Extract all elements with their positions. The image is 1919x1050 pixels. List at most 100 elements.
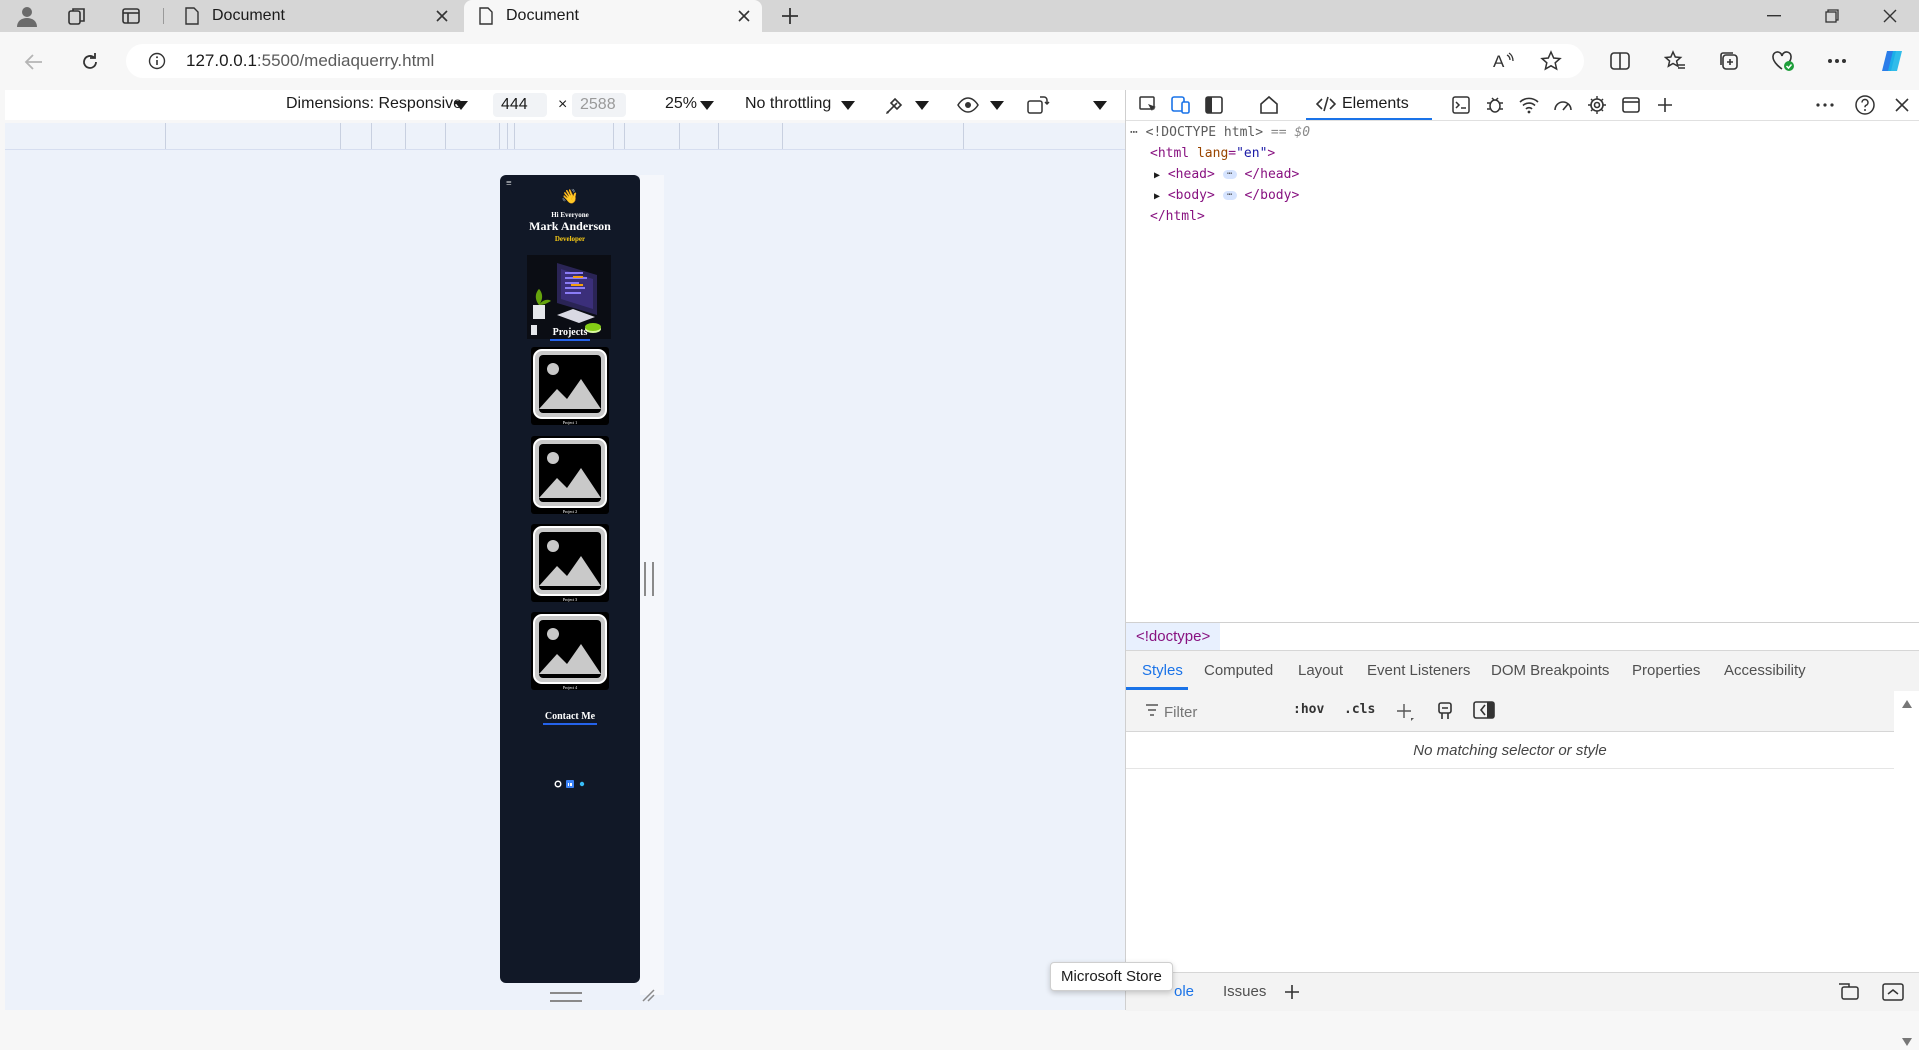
dom-node-doctype[interactable]: ⋯ <!DOCTYPE html> == $0: [1130, 122, 1310, 143]
site-info-icon[interactable]: [148, 52, 166, 70]
project-card[interactable]: Project 3: [531, 524, 609, 602]
refresh-icon[interactable]: [74, 46, 106, 78]
back-icon[interactable]: [18, 46, 50, 78]
media-query-marker[interactable]: [613, 123, 614, 149]
new-tab-icon[interactable]: [775, 2, 805, 30]
width-input[interactable]: 444: [493, 93, 547, 117]
drawer-add-tab-icon[interactable]: [1283, 983, 1301, 1001]
device-toolbar-toggle-icon[interactable]: [1168, 93, 1194, 117]
console-icon[interactable]: [1448, 93, 1474, 117]
media-query-marker[interactable]: [165, 123, 166, 149]
address-bar[interactable]: 127.0.0.1:5500/mediaquerry.html A: [126, 44, 1584, 78]
zoom-dropdown[interactable]: 25%: [665, 95, 697, 113]
node-menu-icon[interactable]: ⋯: [1130, 125, 1138, 140]
vision-icon[interactable]: [957, 96, 979, 114]
read-aloud-icon[interactable]: A: [1492, 51, 1514, 71]
drawer-tab-console[interactable]: ole: [1174, 983, 1194, 1000]
more-options-caret-icon[interactable]: [1093, 101, 1107, 110]
media-query-marker[interactable]: [963, 123, 964, 149]
styles-filter-input[interactable]: [1138, 699, 1316, 725]
minimize-icon[interactable]: [1745, 0, 1803, 32]
media-query-marker[interactable]: [782, 123, 783, 149]
customize-more-icon[interactable]: [1812, 93, 1838, 117]
tab-accessibility[interactable]: Accessibility: [1724, 662, 1806, 679]
breadcrumb-item[interactable]: <!doctype>: [1126, 623, 1221, 651]
project-card[interactable]: Project 2: [531, 436, 609, 514]
hover-state-toggle[interactable]: :hov: [1293, 702, 1324, 717]
media-query-bar[interactable]: [5, 123, 1125, 150]
media-query-marker[interactable]: [340, 123, 341, 149]
emulated-page[interactable]: ≡ 👋 Hi Everyone Mark Anderson Developer …: [500, 175, 640, 983]
browser-tab-active[interactable]: Document: [464, 0, 762, 32]
browser-essentials-icon[interactable]: [1768, 46, 1798, 76]
tab-event-listeners[interactable]: Event Listeners: [1367, 662, 1470, 679]
toggle-sidebar-icon[interactable]: [1473, 701, 1495, 719]
more-tools-plus-icon[interactable]: [1652, 93, 1678, 117]
sensors-icon[interactable]: [883, 95, 905, 117]
drawer-toggle-icon[interactable]: [1882, 983, 1904, 1001]
drawer-dock-icon[interactable]: [1838, 983, 1860, 1001]
throttling-dropdown[interactable]: No throttling: [745, 95, 831, 113]
dom-node-head[interactable]: ▶ <head> ⋯ </head>: [1154, 164, 1299, 186]
project-card[interactable]: Project 4: [531, 612, 609, 690]
drawer-tab-issues[interactable]: Issues: [1223, 983, 1266, 1000]
expand-triangle-icon[interactable]: ▶: [1154, 191, 1160, 202]
media-query-marker[interactable]: [624, 123, 625, 149]
profile-icon[interactable]: [12, 2, 42, 30]
height-resize-handle[interactable]: [550, 992, 582, 1002]
project-card[interactable]: Project 1: [531, 347, 609, 425]
tab-computed[interactable]: Computed: [1204, 662, 1273, 679]
favorites-icon[interactable]: [1660, 46, 1690, 76]
application-icon[interactable]: [1618, 93, 1644, 117]
throttling-caret-icon[interactable]: [841, 101, 855, 110]
copilot-icon[interactable]: [1877, 46, 1907, 76]
welcome-home-icon[interactable]: [1256, 93, 1282, 117]
sensors-caret-icon[interactable]: [915, 101, 929, 110]
collections-icon[interactable]: [1714, 46, 1744, 76]
element-state-icon[interactable]: [1437, 701, 1453, 721]
media-query-marker[interactable]: [507, 123, 508, 149]
new-style-rule-icon[interactable]: [1395, 702, 1415, 722]
dom-node-body[interactable]: ▶ <body> ⋯ </body>: [1154, 185, 1299, 207]
scroll-up-icon[interactable]: [1902, 700, 1912, 708]
inspect-element-icon[interactable]: [1135, 93, 1161, 117]
corner-resize-icon[interactable]: [641, 988, 655, 1002]
width-resize-handle[interactable]: [644, 562, 654, 596]
help-icon[interactable]: [1852, 93, 1878, 117]
twitter-icon[interactable]: [578, 780, 586, 788]
media-query-marker[interactable]: [499, 123, 500, 149]
split-screen-icon[interactable]: [1605, 46, 1635, 76]
media-query-marker[interactable]: [405, 123, 406, 149]
vision-caret-icon[interactable]: [990, 101, 1004, 110]
media-query-marker[interactable]: [679, 123, 680, 149]
rotate-icon[interactable]: [1026, 95, 1050, 115]
restore-icon[interactable]: [1803, 0, 1861, 32]
media-query-marker[interactable]: [445, 123, 446, 149]
more-menu-icon[interactable]: [1822, 46, 1852, 76]
collapsed-ellipsis-icon[interactable]: ⋯: [1222, 191, 1237, 200]
dimensions-dropdown[interactable]: Dimensions: Responsive: [286, 95, 462, 113]
tab-dom-breakpoints[interactable]: DOM Breakpoints: [1491, 662, 1609, 679]
tab-layout[interactable]: Layout: [1298, 662, 1343, 679]
media-query-marker[interactable]: [514, 123, 515, 149]
linkedin-icon[interactable]: [566, 780, 574, 788]
media-query-marker[interactable]: [718, 123, 719, 149]
dom-node-html-close[interactable]: </html>: [1150, 206, 1205, 227]
tab-properties[interactable]: Properties: [1632, 662, 1700, 679]
close-window-icon[interactable]: [1861, 0, 1919, 32]
close-tab-icon[interactable]: [434, 8, 450, 24]
browser-tab[interactable]: Document: [170, 0, 460, 32]
sources-bug-icon[interactable]: [1482, 93, 1508, 117]
performance-icon[interactable]: [1550, 93, 1576, 117]
favorite-star-icon[interactable]: [1540, 50, 1562, 72]
workspaces-icon[interactable]: [62, 2, 92, 30]
tab-styles[interactable]: Styles: [1142, 662, 1183, 679]
tab-actions-icon[interactable]: [116, 2, 146, 30]
memory-chip-icon[interactable]: [1584, 93, 1610, 117]
tab-elements[interactable]: Elements: [1306, 90, 1432, 120]
close-tab-icon[interactable]: [736, 8, 752, 24]
dom-node-html[interactable]: <html lang="en">: [1150, 143, 1275, 164]
media-query-marker[interactable]: [371, 123, 372, 149]
expand-triangle-icon[interactable]: ▶: [1154, 170, 1160, 181]
close-devtools-icon[interactable]: [1889, 93, 1915, 117]
